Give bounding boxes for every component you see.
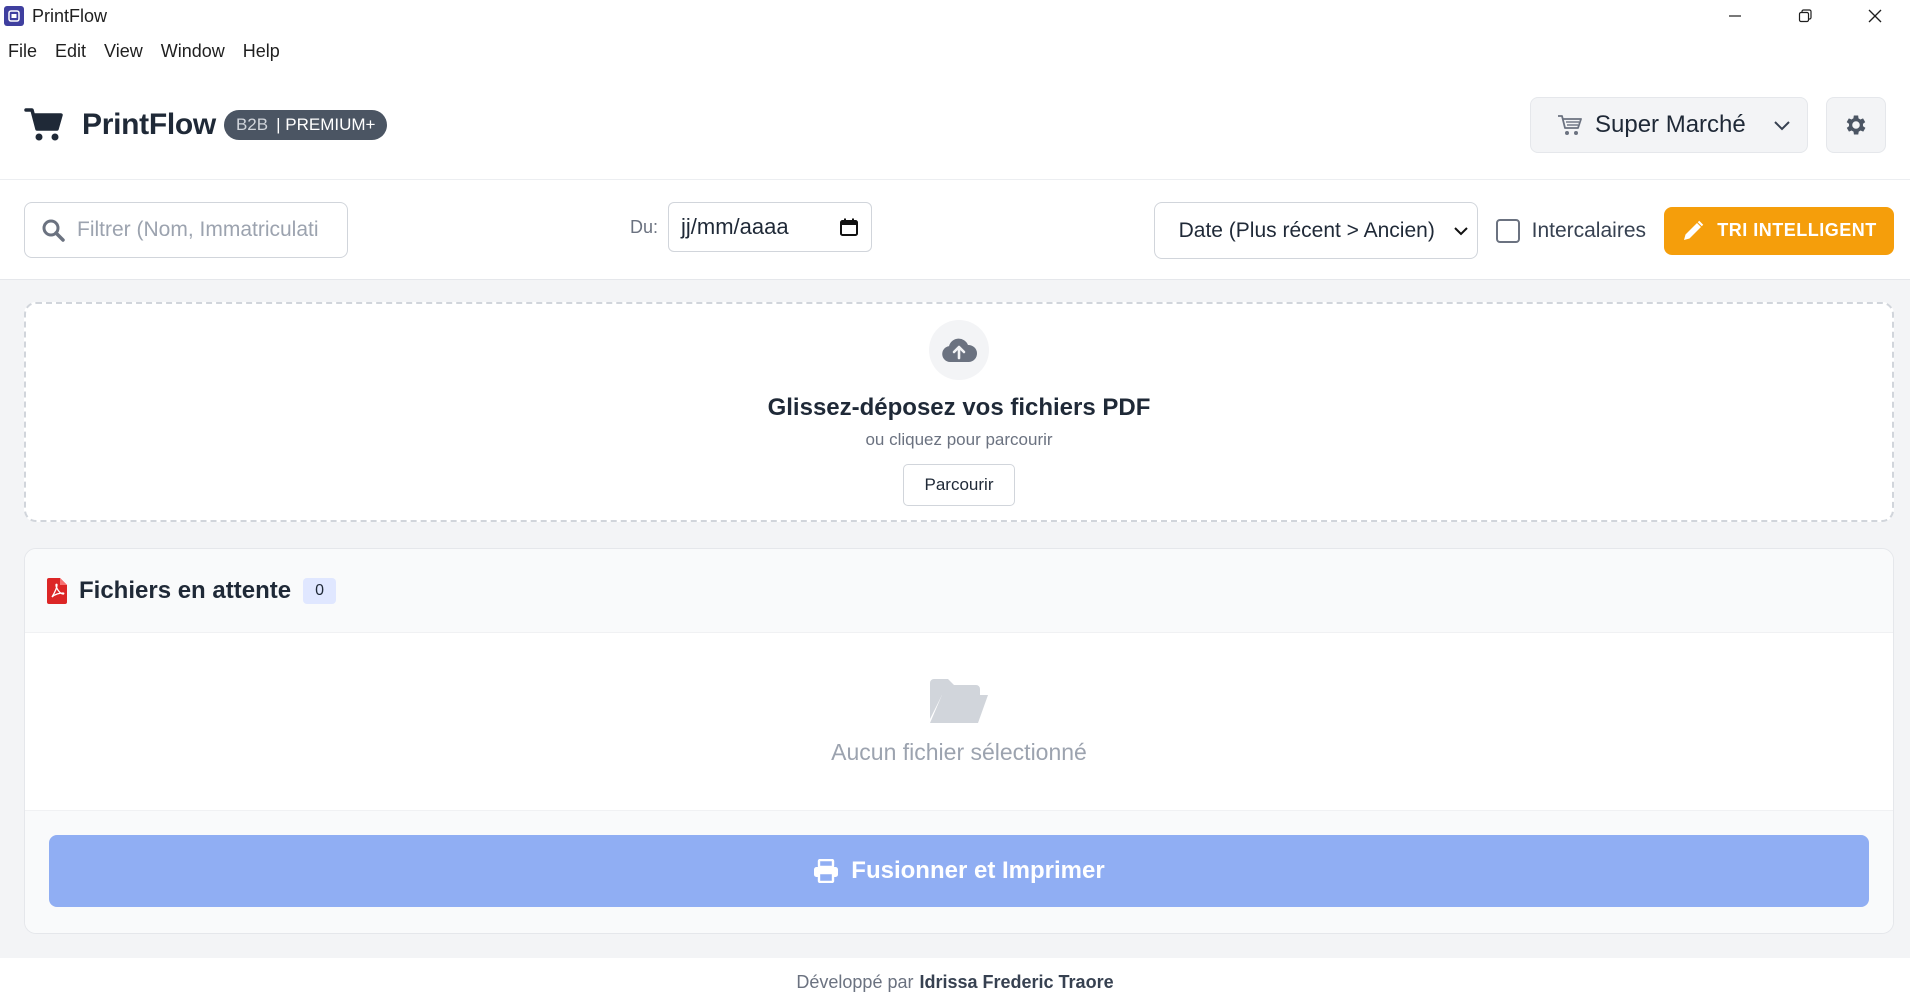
search-box <box>24 201 348 258</box>
date-input-value: jj/mm/aaaa <box>681 214 789 239</box>
pending-files-panel: Fichiers en attente 0 Aucun fichier séle… <box>24 548 1894 934</box>
plan-badge-tier: B2B <box>235 114 269 134</box>
page-footer: Développé par Idrissa Frederic Traore <box>0 958 1910 1006</box>
restore-button[interactable] <box>1770 0 1840 32</box>
menu-view[interactable]: View <box>95 41 152 62</box>
calendar-icon[interactable] <box>839 217 859 237</box>
menu-help[interactable]: Help <box>234 41 289 62</box>
gear-icon <box>1846 114 1866 135</box>
upload-icon-circle <box>929 320 989 380</box>
cart-outline-icon <box>1558 114 1582 135</box>
brand: PrintFlow B2B | PREMIUM+ <box>24 107 388 143</box>
cloud-upload-icon <box>942 338 978 362</box>
merge-print-label: Fusionner et Imprimer <box>851 857 1105 884</box>
chevron-down-icon <box>1774 120 1790 130</box>
folder-open-icon <box>930 679 988 723</box>
pencil-icon <box>1684 220 1704 240</box>
intercalaires-checkbox[interactable] <box>1495 218 1520 243</box>
plan-badge-plan: | PREMIUM+ <box>276 114 376 134</box>
pending-files-header: Fichiers en attente 0 <box>25 549 1893 633</box>
menu-bar: File Edit View Window Help <box>0 32 1910 70</box>
plan-badge: B2B | PREMIUM+ <box>223 109 388 140</box>
pdf-file-icon <box>47 577 67 604</box>
header-right: Super Marché <box>1530 96 1886 153</box>
search-input[interactable] <box>77 217 327 242</box>
window-title: PrintFlow <box>32 5 108 26</box>
dropzone-subtitle: ou cliquez pour parcourir <box>865 430 1053 449</box>
date-label: Du: <box>630 216 659 237</box>
sort-select-value: Date (Plus récent > Ancien) <box>1178 218 1435 242</box>
empty-state: Aucun fichier sélectionné <box>25 633 1893 811</box>
sort-select[interactable]: Date (Plus récent > Ancien) <box>1153 202 1478 259</box>
empty-state-text: Aucun fichier sélectionné <box>831 739 1087 765</box>
shopping-cart-icon <box>24 107 63 140</box>
pending-files-count: 0 <box>303 577 336 604</box>
file-dropzone[interactable]: Glissez-déposez vos fichiers PDF ou cliq… <box>24 302 1894 522</box>
date-filter: Du: jj/mm/aaaa <box>630 202 873 252</box>
store-select[interactable]: Super Marché <box>1530 96 1808 153</box>
chevron-down-icon <box>1453 226 1468 235</box>
intercalaires-option: Intercalaires <box>1495 218 1646 243</box>
files-footer: Fusionner et Imprimer <box>25 811 1893 933</box>
brand-name: PrintFlow <box>82 107 216 141</box>
menu-window[interactable]: Window <box>152 41 234 62</box>
store-select-value: Super Marché <box>1595 110 1746 138</box>
app-icon <box>4 6 24 26</box>
title-bar: PrintFlow <box>0 0 1910 32</box>
app-header: PrintFlow B2B | PREMIUM+ Super Marché <box>0 70 1910 180</box>
dropzone-title: Glissez-déposez vos fichiers PDF <box>767 394 1151 421</box>
date-input[interactable]: jj/mm/aaaa <box>668 202 873 252</box>
window-controls <box>1700 0 1910 32</box>
minimize-button[interactable] <box>1700 0 1770 32</box>
footer-prefix: Développé par <box>796 971 914 992</box>
toolbar-right: Date (Plus récent > Ancien) Intercalaire… <box>1153 202 1894 259</box>
store-select-inner: Super Marché <box>1557 111 1746 139</box>
restore-icon <box>1798 9 1812 23</box>
menu-edit[interactable]: Edit <box>46 41 95 62</box>
menu-file[interactable]: File <box>8 41 46 62</box>
pending-files-title: Fichiers en attente <box>79 576 292 604</box>
filter-toolbar: Du: jj/mm/aaaa Date (Plus récent > Ancie… <box>0 180 1910 280</box>
search-icon <box>42 219 65 242</box>
settings-button[interactable] <box>1826 96 1886 153</box>
title-bar-left: PrintFlow <box>4 6 107 27</box>
printer-icon <box>814 859 839 883</box>
browse-button[interactable]: Parcourir <box>903 464 1015 506</box>
close-icon <box>1868 9 1882 23</box>
smart-sort-label: TRI INTELLIGENT <box>1717 220 1877 240</box>
smart-sort-button[interactable]: TRI INTELLIGENT <box>1664 206 1894 255</box>
minimize-icon <box>1729 15 1741 17</box>
footer-author: Idrissa Frederic Traore <box>919 971 1114 992</box>
close-button[interactable] <box>1840 0 1910 32</box>
intercalaires-label: Intercalaires <box>1531 218 1646 242</box>
merge-print-button[interactable]: Fusionner et Imprimer <box>49 835 1869 907</box>
